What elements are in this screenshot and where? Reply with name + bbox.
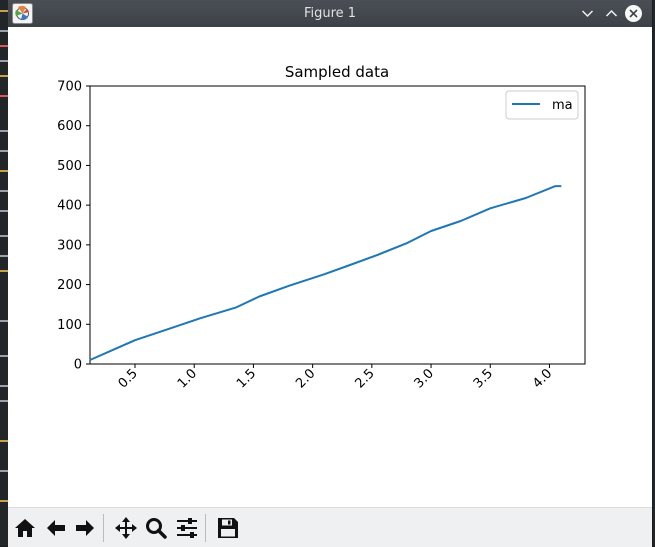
close-button[interactable] — [624, 4, 643, 23]
x-tick-label: 4.0 — [530, 366, 555, 391]
x-tick-label: 0.5 — [116, 366, 141, 391]
home-button[interactable] — [11, 514, 39, 542]
legend: ma — [505, 90, 579, 120]
move-icon — [115, 517, 137, 539]
window-title: Figure 1 — [303, 6, 357, 21]
toolbar-separator — [205, 514, 206, 542]
floppy-disk-icon — [218, 518, 238, 538]
y-tick-label: 400 — [57, 199, 82, 214]
x-tick-label: 1.5 — [234, 366, 259, 391]
figure-canvas[interactable]: Sampled data 0 100 200 300 400 500 600 700 0.5 1… — [8, 27, 652, 507]
figure-window: Figure 1 Sampled data 0 100 200 300 400 500 60… — [8, 0, 652, 547]
sliders-icon — [177, 518, 197, 538]
y-tick-label: 700 — [57, 80, 82, 95]
x-tick-label: 2.5 — [352, 366, 377, 391]
minimize-button[interactable] — [578, 4, 597, 23]
toolbar-separator — [103, 514, 104, 542]
configure-subplots-button[interactable] — [173, 514, 201, 542]
plot-area — [89, 85, 586, 365]
forward-button[interactable] — [71, 514, 99, 542]
y-tick-label: 600 — [57, 119, 82, 134]
arrow-left-icon — [47, 520, 65, 536]
arrow-right-icon — [76, 520, 94, 536]
navigation-toolbar — [8, 507, 652, 547]
x-tick-label: 3.5 — [471, 366, 496, 391]
magnifier-icon — [146, 518, 167, 539]
legend-label: ma — [552, 98, 573, 113]
x-tick-label: 1.0 — [175, 366, 200, 391]
y-tick-label: 200 — [57, 278, 82, 293]
chart-title: Sampled data — [285, 63, 389, 81]
pan-button[interactable] — [112, 514, 140, 542]
line-chart: Sampled data 0 100 200 300 400 500 600 700 0.5 1… — [57, 63, 586, 391]
x-axis: 0.5 1.0 1.5 2.0 2.5 3.0 3.5 4.0 — [116, 364, 555, 391]
background-editor-strip — [0, 0, 8, 546]
y-tick-label: 500 — [57, 159, 82, 174]
y-axis: 0 100 200 300 400 500 600 700 — [57, 80, 90, 373]
y-tick-label: 300 — [57, 238, 82, 253]
y-tick-label: 100 — [57, 318, 82, 333]
save-button[interactable] — [214, 514, 242, 542]
zoom-button[interactable] — [142, 514, 170, 542]
title-bar[interactable]: Figure 1 — [8, 0, 652, 27]
x-tick-label: 2.0 — [293, 366, 318, 391]
back-button[interactable] — [42, 514, 70, 542]
home-icon — [15, 519, 35, 537]
y-tick-label: 0 — [74, 358, 82, 373]
maximize-button[interactable] — [602, 4, 621, 23]
x-tick-label: 3.0 — [412, 366, 437, 391]
